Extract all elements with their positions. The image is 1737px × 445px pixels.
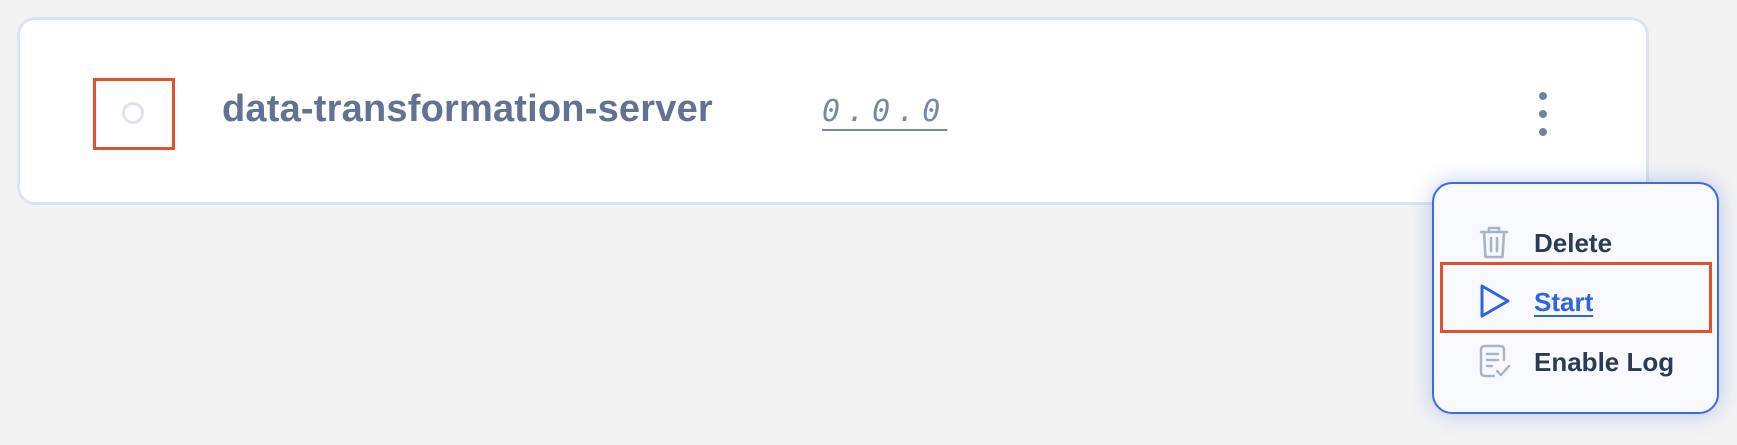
menu-item-label: Enable Log: [1534, 347, 1675, 377]
play-icon: [1480, 284, 1510, 318]
trash-icon: [1479, 226, 1509, 259]
menu-item-label: Start: [1534, 287, 1594, 317]
log-icon: [1479, 344, 1511, 378]
context-menu: Delete Start Enable Log: [1432, 182, 1719, 414]
server-name: data-transformation-server: [222, 88, 713, 130]
server-version-link[interactable]: 0.0.0: [822, 94, 947, 129]
kebab-dot: [1539, 128, 1547, 136]
more-options-icon[interactable]: [1526, 92, 1560, 136]
menu-item-start[interactable]: Start: [1434, 273, 1717, 329]
menu-item-label: Delete: [1534, 228, 1613, 258]
kebab-dot: [1539, 110, 1547, 118]
status-indicator-icon[interactable]: [122, 102, 144, 124]
kebab-dot: [1539, 92, 1547, 100]
menu-item-enable-log[interactable]: Enable Log: [1434, 333, 1717, 389]
menu-item-delete[interactable]: Delete: [1434, 214, 1717, 270]
